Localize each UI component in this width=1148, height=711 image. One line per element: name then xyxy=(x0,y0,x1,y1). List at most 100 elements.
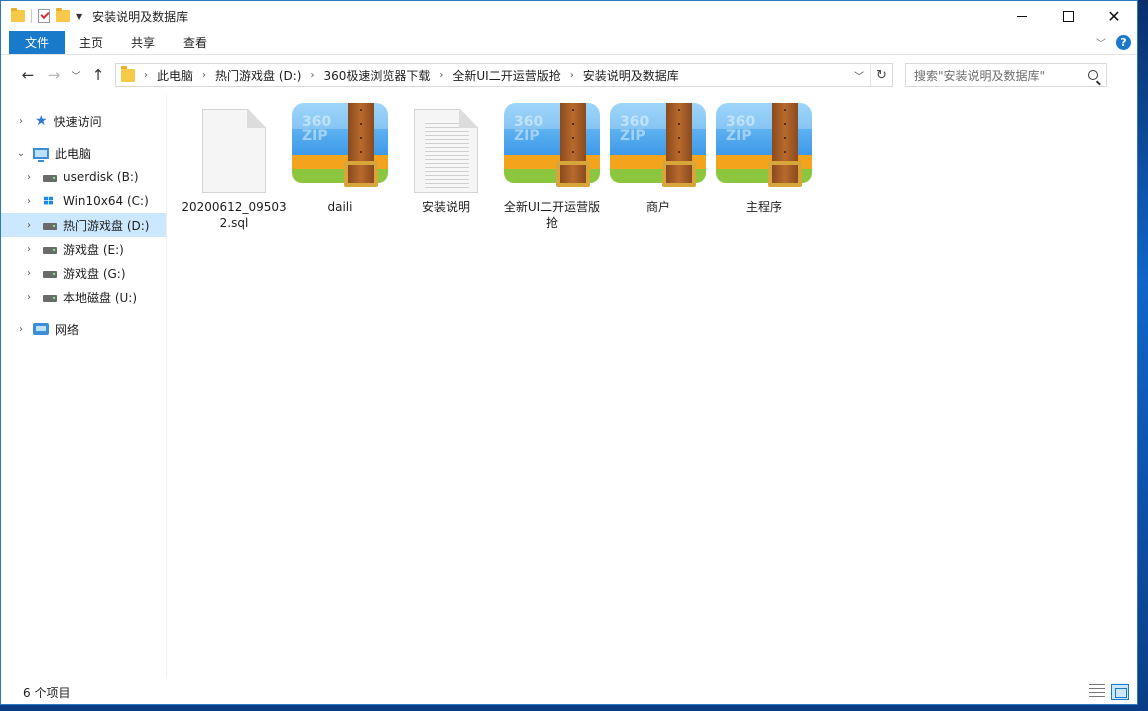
nav-label: 网络 xyxy=(55,322,80,337)
breadcrumb-separator-icon[interactable]: › xyxy=(439,70,443,81)
expand-chevron-icon[interactable]: › xyxy=(23,268,35,279)
minimize-button[interactable] xyxy=(999,1,1045,31)
large-icons-view-icon[interactable] xyxy=(1111,684,1129,700)
file-item-daili[interactable]: 360 ZIP daili xyxy=(287,99,393,215)
search-input[interactable]: 搜索"安装说明及数据库" xyxy=(905,63,1107,87)
breadcrumb-project[interactable]: 全新UI二开运营版抢 xyxy=(452,67,560,84)
explorer-window: ▼ 安装说明及数据库 ✕ 文件 主页 共享 查看 ﹀ ? ← → ﹀ ↑ › 此… xyxy=(0,0,1138,705)
details-view-icon[interactable] xyxy=(1089,684,1105,698)
title-bar: ▼ 安装说明及数据库 ✕ xyxy=(1,1,1137,31)
sql-file-icon xyxy=(202,109,266,193)
file-name: 商户 xyxy=(645,200,670,214)
up-arrow-icon[interactable]: ↑ xyxy=(85,66,111,84)
quick-access-toolbar: ▼ xyxy=(1,8,82,23)
breadcrumb-separator-icon[interactable]: › xyxy=(202,70,206,81)
expand-chevron-icon[interactable]: › xyxy=(23,292,35,303)
expand-chevron-icon[interactable]: › xyxy=(15,116,27,127)
status-bar: 6 个项目 xyxy=(1,679,1137,705)
nav-label: 游戏盘 (G:) xyxy=(63,266,126,281)
file-item-main-program[interactable]: 360 ZIP 主程序 xyxy=(711,99,817,215)
tab-file[interactable]: 文件 xyxy=(9,31,65,54)
folder-icon xyxy=(121,65,135,82)
zip-archive-icon: 360 ZIP xyxy=(610,103,706,193)
nav-quick-access[interactable]: › ★ 快速访问 xyxy=(1,109,166,133)
refresh-icon[interactable]: ↻ xyxy=(870,64,892,86)
collapse-chevron-icon[interactable]: ⌄ xyxy=(15,148,27,159)
zip-archive-icon: 360 ZIP xyxy=(504,103,600,193)
file-name: daili xyxy=(327,200,353,214)
nav-label: 游戏盘 (E:) xyxy=(63,242,124,257)
network-icon xyxy=(33,323,49,335)
computer-icon xyxy=(33,147,49,162)
desktop-background xyxy=(1138,0,1148,711)
expand-chevron-icon[interactable]: › xyxy=(23,172,35,183)
file-name: 全新UI二开运营版抢 xyxy=(503,200,601,230)
nav-label: Win10x64 (C:) xyxy=(63,194,149,208)
nav-drive-g[interactable]: › 游戏盘 (G:) xyxy=(1,261,166,285)
breadcrumb-separator-icon[interactable]: › xyxy=(570,70,574,81)
expand-chevron-icon[interactable]: › xyxy=(23,220,35,231)
new-folder-icon[interactable] xyxy=(56,8,70,22)
desktop-background xyxy=(0,705,1148,711)
nav-drive-d[interactable]: › 热门游戏盘 (D:) xyxy=(1,213,166,237)
nav-drive-b[interactable]: › userdisk (B:) xyxy=(1,165,166,189)
drive-icon xyxy=(43,247,57,254)
file-name: 主程序 xyxy=(745,200,782,214)
tab-view[interactable]: 查看 xyxy=(169,31,221,54)
nav-this-pc[interactable]: ⌄ 此电脑 xyxy=(1,141,166,165)
expand-chevron-icon[interactable]: › xyxy=(15,324,27,335)
nav-label: userdisk (B:) xyxy=(63,170,139,184)
folder-icon xyxy=(11,8,25,22)
tab-home[interactable]: 主页 xyxy=(65,31,117,54)
expand-chevron-icon[interactable]: › xyxy=(23,196,35,207)
close-button[interactable]: ✕ xyxy=(1091,1,1137,31)
navigation-pane: › ★ 快速访问 ⌄ 此电脑 › userdisk (B:) › Win10x6… xyxy=(1,95,167,679)
tab-share[interactable]: 共享 xyxy=(117,31,169,54)
file-name: 20200612_095032.sql xyxy=(181,200,287,230)
breadcrumb-current[interactable]: 安装说明及数据库 xyxy=(583,67,679,84)
view-switcher xyxy=(1089,684,1137,700)
breadcrumb-separator-icon[interactable]: › xyxy=(144,70,148,81)
text-file-icon xyxy=(414,109,478,193)
drive-icon xyxy=(43,175,57,182)
zip-archive-icon: 360 ZIP xyxy=(292,103,388,193)
nav-label: 此电脑 xyxy=(55,146,92,161)
expand-ribbon-chevron-icon[interactable]: ﹀ xyxy=(1096,35,1106,50)
address-history-chevron-icon[interactable]: ﹀ xyxy=(854,68,864,83)
search-placeholder: 搜索"安装说明及数据库" xyxy=(914,68,1046,83)
forward-arrow-icon[interactable]: → xyxy=(41,66,67,84)
properties-icon[interactable] xyxy=(38,9,50,23)
nav-label: 热门游戏盘 (D:) xyxy=(63,218,150,233)
file-item-merchant[interactable]: 360 ZIP 商户 xyxy=(605,99,711,215)
breadcrumb-drive-d[interactable]: 热门游戏盘 (D:) xyxy=(215,67,301,84)
expand-chevron-icon[interactable]: › xyxy=(23,244,35,255)
nav-drive-e[interactable]: › 游戏盘 (E:) xyxy=(1,237,166,261)
nav-network[interactable]: › 网络 xyxy=(1,317,166,341)
back-arrow-icon[interactable]: ← xyxy=(15,66,41,84)
item-count: 6 个项目 xyxy=(23,685,71,700)
navigation-row: ← → ﹀ ↑ › 此电脑 › 热门游戏盘 (D:) › 360极速浏览器下载 … xyxy=(1,55,1137,95)
nav-drive-c[interactable]: › Win10x64 (C:) xyxy=(1,189,166,213)
recent-locations-chevron-icon[interactable]: ﹀ xyxy=(67,69,85,82)
file-item-project-zip[interactable]: 360 ZIP 全新UI二开运营版抢 xyxy=(499,99,605,231)
search-icon xyxy=(1088,70,1098,80)
file-list: 20200612_095032.sql 360 ZIP daili 安装说明 36… xyxy=(173,99,1133,679)
vertical-scrollbar[interactable] xyxy=(1129,95,1137,679)
drive-icon xyxy=(43,271,57,278)
customize-toolbar-chevron-icon[interactable]: ▼ xyxy=(76,12,82,21)
nav-drive-u[interactable]: › 本地磁盘 (U:) xyxy=(1,285,166,309)
drive-icon xyxy=(43,223,57,230)
ribbon-tabs: 文件 主页 共享 查看 ﹀ ? xyxy=(1,31,1137,55)
breadcrumb-downloads[interactable]: 360极速浏览器下载 xyxy=(323,67,430,84)
address-bar[interactable]: › 此电脑 › 热门游戏盘 (D:) › 360极速浏览器下载 › 全新UI二开… xyxy=(115,63,893,87)
zip-archive-icon: 360 ZIP xyxy=(716,103,812,193)
windows-drive-icon xyxy=(43,196,57,206)
breadcrumb-this-pc[interactable]: 此电脑 xyxy=(157,67,193,84)
breadcrumb-separator-icon[interactable]: › xyxy=(310,70,314,81)
star-icon: ★ xyxy=(35,113,48,129)
file-item-sql[interactable]: 20200612_095032.sql xyxy=(181,99,287,231)
help-icon[interactable]: ? xyxy=(1116,35,1131,50)
maximize-button[interactable] xyxy=(1045,1,1091,31)
file-item-readme[interactable]: 安装说明 xyxy=(393,99,499,215)
nav-label: 本地磁盘 (U:) xyxy=(63,290,138,305)
